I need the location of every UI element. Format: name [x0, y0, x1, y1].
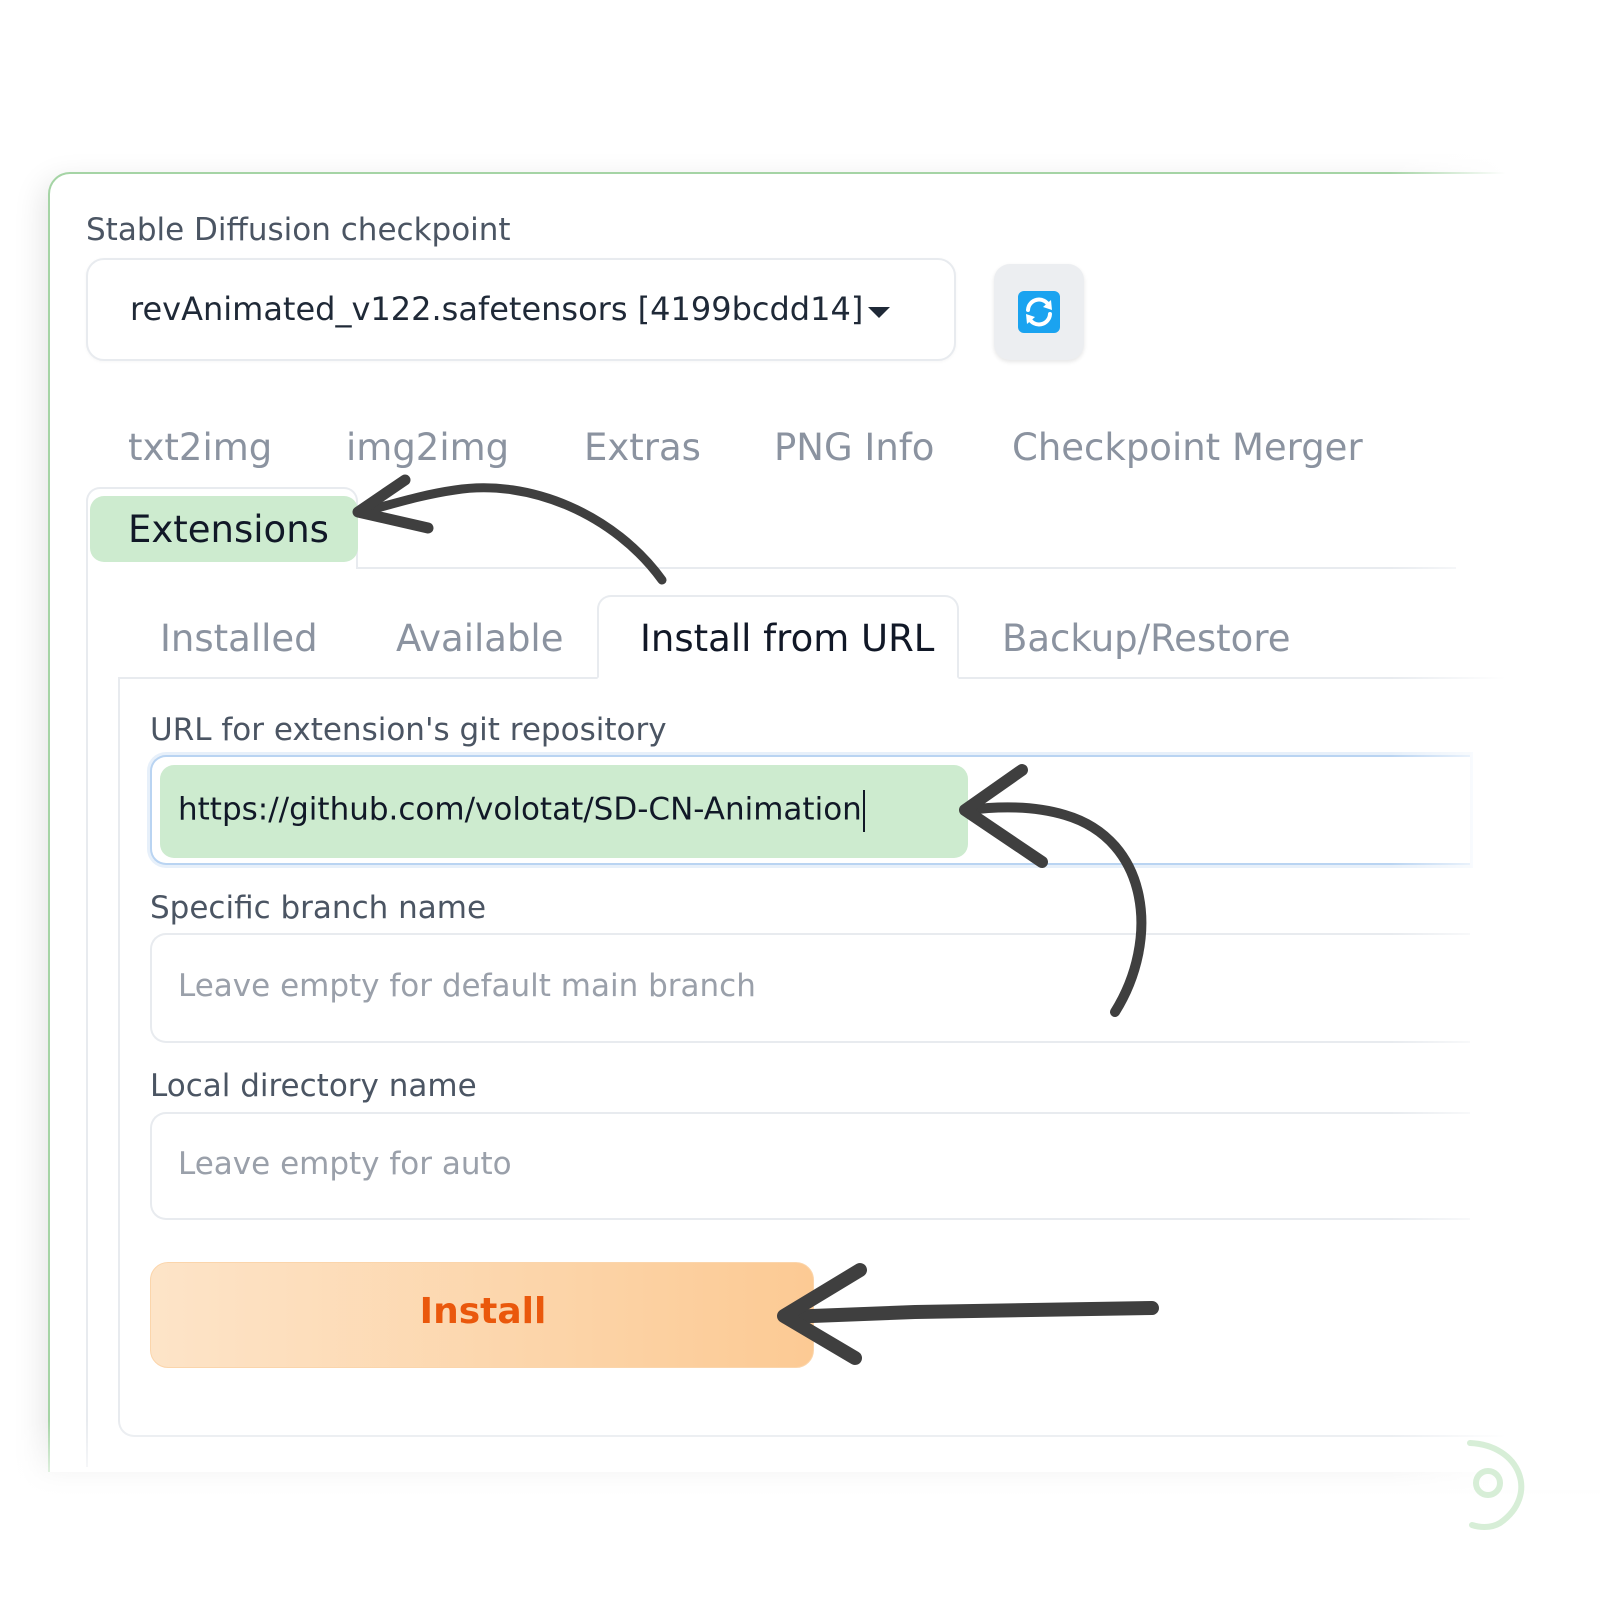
subtab-available[interactable]: Available	[396, 617, 563, 660]
logo-icon	[1467, 1440, 1525, 1530]
refresh-button[interactable]	[994, 264, 1084, 360]
text-cursor	[862, 790, 865, 832]
subtab-divider-right	[957, 677, 1457, 679]
checkpoint-value: revAnimated_v122.safetensors [4199bcdd14…	[130, 290, 864, 328]
tab-img2img[interactable]: img2img	[346, 426, 509, 469]
directory-label: Local directory name	[150, 1068, 477, 1104]
subtab-install-from-url-label: Install from URL	[640, 617, 935, 660]
tab-txt2img[interactable]: txt2img	[128, 426, 272, 469]
branch-input-placeholder: Leave empty for default main branch	[178, 968, 756, 1004]
install-button-label: Install	[419, 1291, 547, 1332]
branch-label: Specific branch name	[150, 890, 487, 926]
checkpoint-label: Stable Diffusion checkpoint	[86, 212, 511, 248]
screenshot-stage: Stable Diffusion checkpoint revAnimated_…	[0, 0, 1600, 1600]
checkpoint-dropdown[interactable]: revAnimated_v122.safetensors [4199bcdd14…	[86, 258, 956, 361]
tab-divider	[356, 567, 1456, 569]
url-label: URL for extension's git repository	[150, 712, 667, 748]
chevron-down-icon	[868, 307, 890, 318]
tab-png-info[interactable]: PNG Info	[774, 426, 934, 469]
tab-extensions-label: Extensions	[128, 508, 329, 551]
install-button[interactable]: Install	[150, 1262, 814, 1368]
subtab-backup-restore[interactable]: Backup/Restore	[1002, 617, 1290, 660]
directory-input-placeholder: Leave empty for auto	[178, 1146, 512, 1182]
refresh-icon	[1018, 291, 1060, 333]
url-input-text: https://github.com/volotat/SD-CN-Animati…	[178, 791, 862, 828]
url-input-value: https://github.com/volotat/SD-CN-Animati…	[178, 790, 865, 832]
subtab-installed[interactable]: Installed	[160, 617, 318, 660]
subtab-divider-left	[118, 677, 599, 679]
tab-checkpoint-merger[interactable]: Checkpoint Merger	[1012, 426, 1363, 469]
tab-extras[interactable]: Extras	[584, 426, 701, 469]
